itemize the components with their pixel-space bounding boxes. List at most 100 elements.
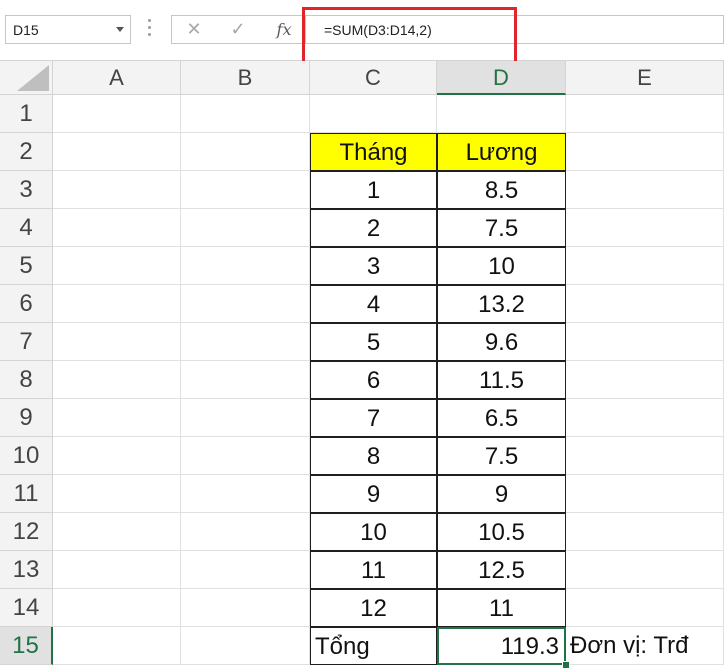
cell-d1[interactable] <box>437 95 566 133</box>
cell-e5[interactable] <box>566 247 724 285</box>
cell-b14[interactable] <box>181 589 310 627</box>
cell-a2[interactable] <box>53 133 181 171</box>
row-header-12[interactable]: 12 <box>0 513 53 551</box>
row-header-1[interactable]: 1 <box>0 95 53 133</box>
table-cell-month[interactable]: 5 <box>310 323 437 361</box>
table-cell-salary[interactable]: 10.5 <box>437 513 566 551</box>
row-header-2[interactable]: 2 <box>0 133 53 171</box>
cell-a4[interactable] <box>53 209 181 247</box>
cell-b1[interactable] <box>181 95 310 133</box>
table-cell-month[interactable]: 3 <box>310 247 437 285</box>
enter-check-icon[interactable]: ✓ <box>222 16 254 43</box>
cell-e3[interactable] <box>566 171 724 209</box>
row-header-10[interactable]: 10 <box>0 437 53 475</box>
total-label-cell[interactable]: Tổng <box>310 627 437 665</box>
cell-e8[interactable] <box>566 361 724 399</box>
cell-a12[interactable] <box>53 513 181 551</box>
table-cell-month[interactable]: 7 <box>310 399 437 437</box>
select-all-corner[interactable] <box>0 61 53 95</box>
row-header-6[interactable]: 6 <box>0 285 53 323</box>
row-header-15[interactable]: 15 <box>0 627 53 665</box>
cell-b7[interactable] <box>181 323 310 361</box>
cell-e13[interactable] <box>566 551 724 589</box>
table-cell-month[interactable]: 1 <box>310 171 437 209</box>
cell-b9[interactable] <box>181 399 310 437</box>
row-header-5[interactable]: 5 <box>0 247 53 285</box>
insert-function-fx-icon[interactable]: fx <box>268 16 300 43</box>
cell-b5[interactable] <box>181 247 310 285</box>
row-header-4[interactable]: 4 <box>0 209 53 247</box>
cell-e6[interactable] <box>566 285 724 323</box>
column-header-c[interactable]: C <box>310 61 437 95</box>
cell-a10[interactable] <box>53 437 181 475</box>
column-header-e[interactable]: E <box>566 61 724 95</box>
table-header-month[interactable]: Tháng <box>310 133 437 171</box>
row-header-7[interactable]: 7 <box>0 323 53 361</box>
total-value-cell[interactable]: 119.3 <box>437 627 566 665</box>
table-cell-salary[interactable]: 11.5 <box>437 361 566 399</box>
cell-b10[interactable] <box>181 437 310 475</box>
table-cell-month[interactable]: 11 <box>310 551 437 589</box>
row-header-3[interactable]: 3 <box>0 171 53 209</box>
table-cell-month[interactable]: 12 <box>310 589 437 627</box>
cell-a14[interactable] <box>53 589 181 627</box>
row-header-14[interactable]: 14 <box>0 589 53 627</box>
unit-note-cell[interactable]: Đơn vị: Trđ <box>566 627 724 665</box>
table-cell-salary[interactable]: 10 <box>437 247 566 285</box>
cell-e2[interactable] <box>566 133 724 171</box>
row-header-11[interactable]: 11 <box>0 475 53 513</box>
cell-c1[interactable] <box>310 95 437 133</box>
table-cell-month[interactable]: 9 <box>310 475 437 513</box>
table-cell-salary[interactable]: 7.5 <box>437 437 566 475</box>
cell-a15[interactable] <box>53 627 181 665</box>
table-cell-salary[interactable]: 9.6 <box>437 323 566 361</box>
cell-e11[interactable] <box>566 475 724 513</box>
name-box[interactable]: D15 <box>5 15 131 44</box>
grip-icon[interactable] <box>148 19 151 41</box>
table-cell-month[interactable]: 10 <box>310 513 437 551</box>
table-cell-month[interactable]: 8 <box>310 437 437 475</box>
cell-a11[interactable] <box>53 475 181 513</box>
cell-b13[interactable] <box>181 551 310 589</box>
cell-b15[interactable] <box>181 627 310 665</box>
table-cell-salary[interactable]: 7.5 <box>437 209 566 247</box>
table-cell-month[interactable]: 4 <box>310 285 437 323</box>
table-cell-salary[interactable]: 8.5 <box>437 171 566 209</box>
row-header-9[interactable]: 9 <box>0 399 53 437</box>
table-header-salary[interactable]: Lương <box>437 133 566 171</box>
table-cell-month[interactable]: 2 <box>310 209 437 247</box>
cancel-x-icon[interactable]: ✕ <box>178 16 210 43</box>
cell-e7[interactable] <box>566 323 724 361</box>
cell-a7[interactable] <box>53 323 181 361</box>
table-cell-salary[interactable]: 6.5 <box>437 399 566 437</box>
cell-e9[interactable] <box>566 399 724 437</box>
cell-a13[interactable] <box>53 551 181 589</box>
cell-b3[interactable] <box>181 171 310 209</box>
cell-e14[interactable] <box>566 589 724 627</box>
table-cell-month[interactable]: 6 <box>310 361 437 399</box>
row-header-8[interactable]: 8 <box>0 361 53 399</box>
column-header-d[interactable]: D <box>437 61 566 95</box>
chevron-down-icon[interactable] <box>116 27 124 32</box>
cell-a8[interactable] <box>53 361 181 399</box>
table-cell-salary[interactable]: 12.5 <box>437 551 566 589</box>
column-header-b[interactable]: B <box>181 61 310 95</box>
cell-b12[interactable] <box>181 513 310 551</box>
cell-a9[interactable] <box>53 399 181 437</box>
column-header-a[interactable]: A <box>53 61 181 95</box>
table-cell-salary[interactable]: 11 <box>437 589 566 627</box>
cell-e1[interactable] <box>566 95 724 133</box>
cell-e4[interactable] <box>566 209 724 247</box>
cell-b11[interactable] <box>181 475 310 513</box>
table-cell-salary[interactable]: 13.2 <box>437 285 566 323</box>
row-header-13[interactable]: 13 <box>0 551 53 589</box>
cell-b8[interactable] <box>181 361 310 399</box>
cell-b4[interactable] <box>181 209 310 247</box>
cell-a6[interactable] <box>53 285 181 323</box>
fill-handle[interactable] <box>562 661 570 669</box>
table-cell-salary[interactable]: 9 <box>437 475 566 513</box>
cell-a1[interactable] <box>53 95 181 133</box>
cell-e10[interactable] <box>566 437 724 475</box>
cell-a3[interactable] <box>53 171 181 209</box>
cell-b2[interactable] <box>181 133 310 171</box>
